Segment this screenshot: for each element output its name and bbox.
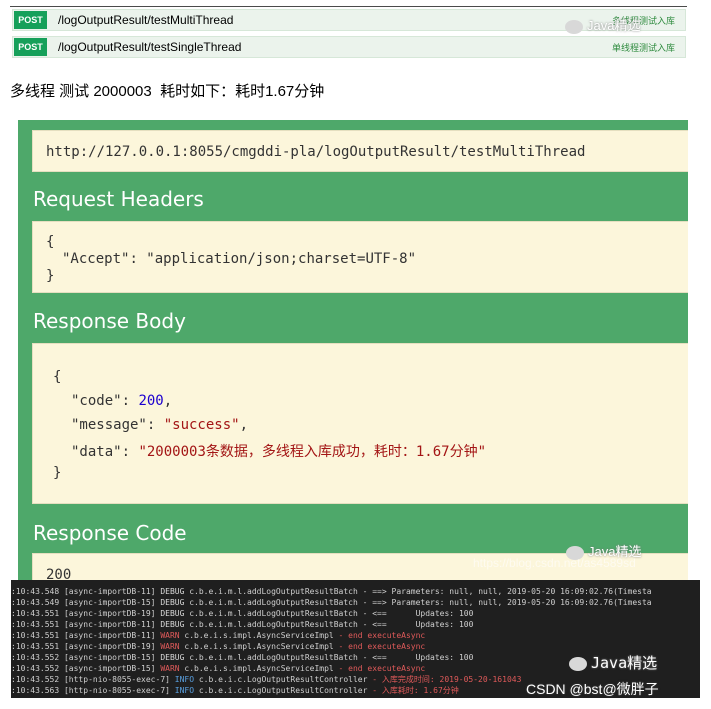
log-time: :10:43.551 <box>11 642 64 651</box>
log-line: :10:43.551 [async-importDB-11] DEBUG c.b… <box>11 619 700 630</box>
log-logger: c.b.e.i.s.impl.AsyncServiceImpl <box>184 664 339 673</box>
log-level: WARN <box>160 631 185 640</box>
log-line: :10:43.551 [async-importDB-19] DEBUG c.b… <box>11 608 700 619</box>
log-message: - ==> Parameters: null, null, 2019-05-20… <box>362 598 652 607</box>
request-headers-title: Request Headers <box>33 187 204 211</box>
log-logger: c.b.e.i.m.l.addLogOutputResultBatch <box>189 587 363 596</box>
csdn-watermark: CSDN @bst@微胖子 <box>526 681 659 697</box>
log-thread: [async-importDB-19] <box>63 642 161 651</box>
log-time: :10:43.551 <box>11 620 64 629</box>
response-code-title: Response Code <box>33 521 187 545</box>
log-time: :10:43.551 <box>11 631 64 640</box>
log-thread: [async-importDB-11] <box>63 587 161 596</box>
java-select-watermark: Java精选 <box>565 15 640 34</box>
log-line: :10:43.549 [async-importDB-15] DEBUG c.b… <box>11 597 700 608</box>
top-divider <box>10 6 687 7</box>
log-logger: c.b.e.i.s.impl.AsyncServiceImpl <box>184 631 339 640</box>
response-body-title: Response Body <box>33 309 186 333</box>
log-message: - end executeAsync <box>338 642 426 651</box>
log-level: DEBUG <box>160 598 190 607</box>
log-line: :10:43.551 [async-importDB-19] WARN c.b.… <box>11 641 700 652</box>
response-body-box: { "code": 200, "message": "success", "da… <box>32 343 688 504</box>
log-message: - <== Updates: 100 <box>362 620 474 629</box>
log-message: - end executeAsync <box>338 664 426 673</box>
log-thread: [http-nio-8055-exec-7] <box>63 675 175 684</box>
log-logger: c.b.e.i.m.l.addLogOutputResultBatch <box>189 598 363 607</box>
log-message: - 入库耗时: 1.67分钟 <box>372 686 459 695</box>
log-time: :10:43.552 <box>11 653 64 662</box>
endpoint-path[interactable]: /logOutputResult/testMultiThread <box>58 13 233 27</box>
log-logger: c.b.e.i.s.impl.AsyncServiceImpl <box>184 642 339 651</box>
endpoint-description: 单线程测试入库 <box>611 42 675 53</box>
log-time: :10:43.552 <box>11 664 64 673</box>
log-thread: [async-importDB-15] <box>63 664 161 673</box>
log-line: :10:43.548 [async-importDB-11] DEBUG c.b… <box>11 586 700 597</box>
wechat-icon <box>565 19 583 34</box>
log-time: :10:43.563 <box>11 686 64 695</box>
log-time: :10:43.548 <box>11 587 64 596</box>
log-level: WARN <box>160 664 185 673</box>
log-message: - ==> Parameters: null, null, 2019-05-20… <box>362 587 652 596</box>
log-thread: [async-importDB-19] <box>63 609 161 618</box>
log-thread: [async-importDB-15] <box>63 598 161 607</box>
log-level: DEBUG <box>160 609 190 618</box>
log-level: DEBUG <box>160 653 190 662</box>
log-thread: [async-importDB-11] <box>63 620 161 629</box>
log-message: - end executeAsync <box>338 631 426 640</box>
log-level: DEBUG <box>160 620 190 629</box>
log-logger: c.b.e.i.m.l.addLogOutputResultBatch <box>189 653 363 662</box>
log-message: - <== Updates: 100 <box>362 609 474 618</box>
log-thread: [async-importDB-11] <box>63 631 161 640</box>
request-url-box: http://127.0.0.1:8055/cmgddi-pla/logOutp… <box>32 130 688 172</box>
log-message: - 入库完成时间: 2019-05-20-161043 <box>372 675 522 684</box>
log-logger: c.b.e.i.m.l.addLogOutputResultBatch <box>189 620 363 629</box>
response-code-value: 200 <box>46 567 72 580</box>
post-method-badge: POST <box>14 11 47 29</box>
log-line: :10:43.551 [async-importDB-11] WARN c.b.… <box>11 630 700 641</box>
site-watermark: https://blog.csdn.net/as4589sd <box>473 556 636 570</box>
result-headline: 多线程 测试 2000003 耗时如下：耗时1.67分钟 <box>10 83 325 100</box>
log-thread: [async-importDB-15] <box>63 653 161 662</box>
log-logger: c.b.e.i.c.LogOutputResultController <box>198 686 373 695</box>
log-level: WARN <box>160 642 185 651</box>
log-logger: c.b.e.i.c.LogOutputResultController <box>198 675 373 684</box>
endpoint-path[interactable]: /logOutputResult/testSingleThread <box>58 40 241 54</box>
log-time: :10:43.549 <box>11 598 64 607</box>
log-message: - <== Updates: 100 <box>362 653 474 662</box>
post-method-badge: POST <box>14 38 47 56</box>
endpoint-row-single-thread[interactable]: POST /logOutputResult/testSingleThread 单… <box>12 36 686 58</box>
log-level: INFO <box>174 686 199 695</box>
log-level: INFO <box>174 675 199 684</box>
request-headers-box: { "Accept": "application/json;charset=UT… <box>32 221 688 293</box>
log-time: :10:43.551 <box>11 609 64 618</box>
java-select-watermark: Java精选 <box>569 652 657 673</box>
log-level: DEBUG <box>160 587 190 596</box>
log-logger: c.b.e.i.m.l.addLogOutputResultBatch <box>189 609 363 618</box>
log-time: :10:43.552 <box>11 675 64 684</box>
wechat-icon <box>569 656 587 671</box>
request-url: http://127.0.0.1:8055/cmgddi-pla/logOutp… <box>46 144 586 160</box>
swagger-response-panel: http://127.0.0.1:8055/cmgddi-pla/logOutp… <box>18 120 688 580</box>
log-thread: [http-nio-8055-exec-7] <box>63 686 175 695</box>
